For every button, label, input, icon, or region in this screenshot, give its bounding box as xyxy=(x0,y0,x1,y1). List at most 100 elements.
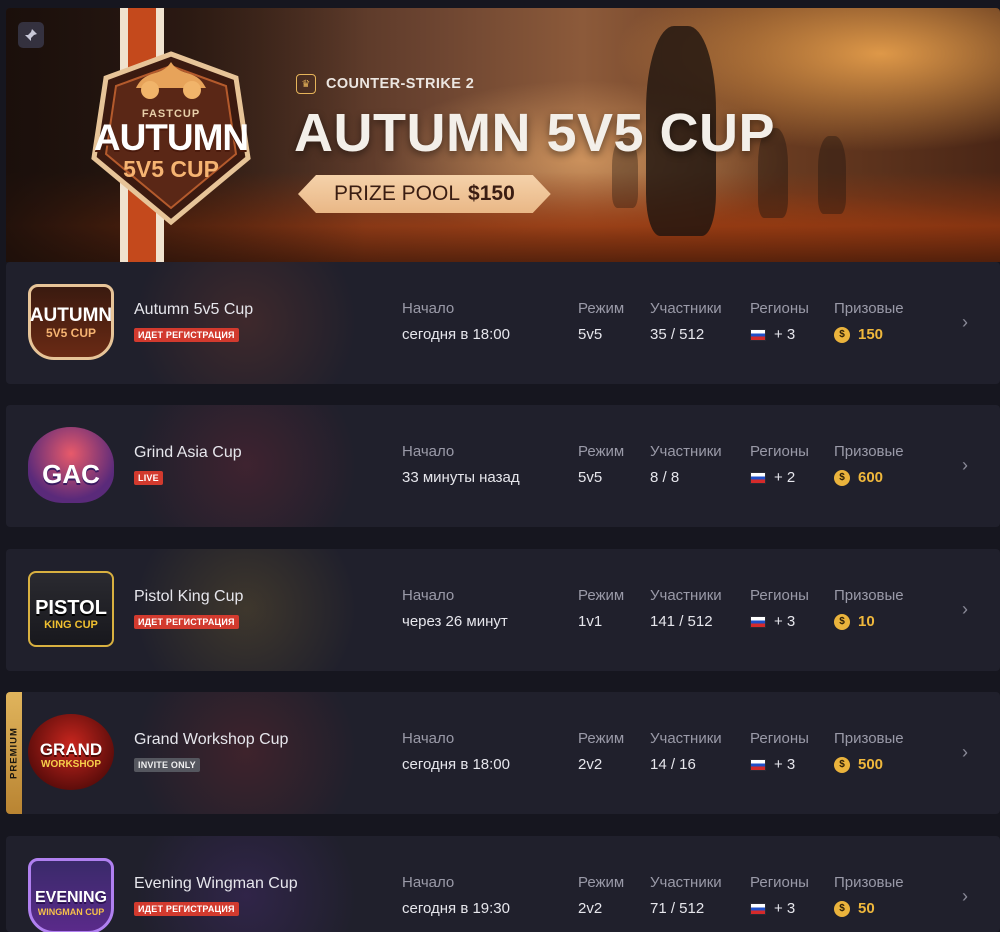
participants-value: 141 / 512 xyxy=(650,613,713,630)
start-column: Начало 33 минуты назад xyxy=(402,443,520,486)
tournament-name[interactable]: Autumn 5v5 Cup xyxy=(134,301,253,319)
start-value: через 26 минут xyxy=(402,613,508,630)
tournament-logo: GRAND WORKSHOP xyxy=(28,714,114,790)
tournament-logo: EVENING WINGMAN CUP xyxy=(28,858,114,932)
tournament-card[interactable]: EVENING WINGMAN CUP Evening Wingman Cup … xyxy=(6,836,1000,932)
prize-label: Призовые xyxy=(834,730,904,747)
tournament-name[interactable]: Evening Wingman Cup xyxy=(134,875,298,893)
prize-column: Призовые $500 xyxy=(834,730,904,773)
regions-extra: + 3 xyxy=(774,900,796,917)
mode-value: 5v5 xyxy=(578,326,603,343)
mode-column: Режим 5v5 xyxy=(578,443,624,486)
participants-value: 8 / 8 xyxy=(650,469,680,486)
regions-label: Регионы xyxy=(750,443,809,460)
russia-flag-icon xyxy=(750,615,766,628)
tournament-name[interactable]: Pistol King Cup xyxy=(134,588,243,606)
regions-value: + 3 xyxy=(750,900,809,917)
russia-flag-icon xyxy=(750,902,766,915)
regions-value: + 3 xyxy=(750,326,809,343)
chevron-right-icon[interactable]: › xyxy=(962,599,968,620)
start-column: Начало через 26 минут xyxy=(402,587,508,630)
mode-column: Режим 2v2 xyxy=(578,874,624,917)
start-value: сегодня в 18:00 xyxy=(402,326,510,343)
start-column: Начало сегодня в 19:30 xyxy=(402,874,510,917)
tournament-banner[interactable]: FASTCUP AUTUMN 5V5 CUP ♛ COUNTER-STRIKE … xyxy=(6,8,1000,262)
russia-flag-icon xyxy=(750,328,766,341)
prize-pool-label: PRIZE POOL xyxy=(334,182,461,205)
coin-icon: $ xyxy=(834,326,850,343)
tournament-card[interactable]: GAC Grind Asia Cup LIVE Начало 33 минуты … xyxy=(6,405,1000,527)
status-badge: ИДЕТ РЕГИСТРАЦИЯ xyxy=(134,615,239,629)
regions-column: Регионы + 3 xyxy=(750,874,809,917)
participants-column: Участники 8 / 8 xyxy=(650,443,722,486)
tournament-card[interactable]: PREMIUM GRAND WORKSHOP Grand Workshop Cu… xyxy=(6,692,1000,814)
coin-icon: $ xyxy=(834,613,850,630)
prize-amount: 500 xyxy=(858,756,884,773)
regions-label: Регионы xyxy=(750,874,809,891)
mode-column: Режим 2v2 xyxy=(578,730,624,773)
chevron-right-icon[interactable]: › xyxy=(962,886,968,907)
chevron-right-icon[interactable]: › xyxy=(962,312,968,333)
participants-column: Участники 71 / 512 xyxy=(650,874,722,917)
prize-label: Призовые xyxy=(834,874,904,891)
prize-pool-badge: PRIZE POOL $150 xyxy=(298,175,551,213)
regions-extra: + 3 xyxy=(774,613,796,630)
start-label: Начало xyxy=(402,300,455,317)
start-value: сегодня в 18:00 xyxy=(402,756,510,773)
mode-label: Режим xyxy=(578,587,625,604)
regions-extra: + 2 xyxy=(774,469,796,486)
prize-value: $50 xyxy=(834,900,904,917)
tournament-name[interactable]: Grind Asia Cup xyxy=(134,444,242,462)
logo-text-top: GAC xyxy=(42,459,100,489)
participants-label: Участники xyxy=(650,587,722,604)
prize-label: Призовые xyxy=(834,300,904,317)
mode-label: Режим xyxy=(578,443,625,460)
status-badge: ИДЕТ РЕГИСТРАЦИЯ xyxy=(134,902,239,916)
card-bg-decor xyxy=(96,262,396,384)
coin-icon: $ xyxy=(834,900,850,917)
card-bg-decor xyxy=(96,549,396,671)
logo-text-bottom: 5V5 CUP xyxy=(45,325,97,340)
start-value: 33 минуты назад xyxy=(402,469,520,486)
chevron-right-icon[interactable]: › xyxy=(962,742,968,763)
logo-text-bottom: KING CUP xyxy=(44,618,98,631)
tournament-logo: PISTOL KING CUP xyxy=(28,571,114,647)
tournament-card[interactable]: AUTUMN 5V5 CUP Autumn 5v5 Cup ИДЕТ РЕГИС… xyxy=(6,262,1000,384)
russia-flag-icon xyxy=(750,758,766,771)
chevron-right-icon[interactable]: › xyxy=(962,455,968,476)
regions-label: Регионы xyxy=(750,730,809,747)
status-badge: LIVE xyxy=(134,471,163,485)
card-bg-decor xyxy=(96,405,396,527)
start-value: сегодня в 19:30 xyxy=(402,900,510,917)
pin-icon[interactable] xyxy=(18,22,44,48)
prize-value: $500 xyxy=(834,756,904,773)
game-name: COUNTER-STRIKE 2 xyxy=(326,76,475,92)
mode-label: Режим xyxy=(578,730,625,747)
russia-flag-icon xyxy=(750,471,766,484)
regions-column: Регионы + 2 xyxy=(750,443,809,486)
participants-column: Участники 35 / 512 xyxy=(650,300,722,343)
mode-value: 2v2 xyxy=(578,900,603,917)
tournament-card[interactable]: PISTOL KING CUP Pistol King Cup ИДЕТ РЕГ… xyxy=(6,549,1000,671)
start-column: Начало сегодня в 18:00 xyxy=(402,300,510,343)
start-label: Начало xyxy=(402,874,455,891)
prize-column: Призовые $50 xyxy=(834,874,904,917)
prize-value: $600 xyxy=(834,469,904,486)
regions-extra: + 3 xyxy=(774,326,796,343)
mode-value: 2v2 xyxy=(578,756,603,773)
participants-value: 14 / 16 xyxy=(650,756,696,773)
participants-column: Участники 14 / 16 xyxy=(650,730,722,773)
participants-value: 35 / 512 xyxy=(650,326,705,343)
participants-label: Участники xyxy=(650,874,722,891)
prize-amount: 600 xyxy=(858,469,884,486)
coin-icon: $ xyxy=(834,469,850,486)
logo-text-bottom: WORKSHOP xyxy=(41,758,101,770)
game-label: ♛ COUNTER-STRIKE 2 xyxy=(296,74,474,94)
regions-label: Регионы xyxy=(750,300,809,317)
prize-column: Призовые $150 xyxy=(834,300,904,343)
regions-extra: + 3 xyxy=(774,756,796,773)
crest-subtitle: 5V5 CUP xyxy=(123,156,219,182)
card-bg-decor xyxy=(96,692,396,814)
tournament-name[interactable]: Grand Workshop Cup xyxy=(134,731,288,749)
participants-label: Участники xyxy=(650,730,722,747)
